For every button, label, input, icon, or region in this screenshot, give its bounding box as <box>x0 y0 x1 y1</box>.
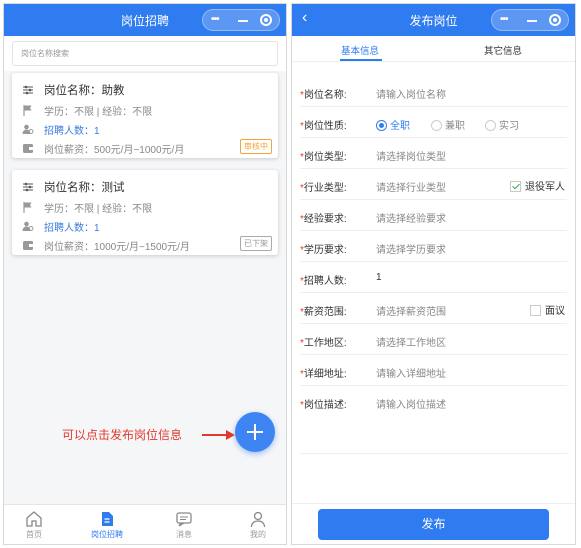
minimize-icon[interactable] <box>238 20 248 22</box>
tab-label: 我的 <box>250 530 266 539</box>
work-area-select[interactable]: 请选择工作地区 <box>376 334 446 349</box>
close-icon[interactable] <box>549 14 561 26</box>
experience-label: *经验要求: <box>300 214 347 225</box>
search-input[interactable]: 岗位名称搜索 <box>12 41 278 66</box>
headcount-label: *招聘人数: <box>300 276 347 287</box>
job-requirements: 学历：不限 | 经验：不限 <box>44 204 153 215</box>
search-bar: 岗位名称搜索 <box>4 36 286 71</box>
salary-row: *薪资范围: 请选择薪资范围 面议 <box>300 293 567 324</box>
education-row: *学历要求: 请选择学历要求 <box>300 231 567 262</box>
tab-label: 消息 <box>176 530 192 539</box>
job-card[interactable]: 岗位名称：助教 学历：不限 | 经验：不限 招聘人数：1 岗位薪资：500元/月… <box>12 73 278 158</box>
veteran-checkbox[interactable]: 退役军人 <box>510 178 565 193</box>
sliders-icon <box>23 182 33 192</box>
tab-jobs[interactable]: 岗位招聘 <box>77 505 137 540</box>
job-nature-row: *岗位性质: 全职 兼职 实习 <box>300 107 567 138</box>
work-area-row: *工作地区: 请选择工作地区 <box>300 324 567 355</box>
salary-label: *薪资范围: <box>300 307 347 318</box>
tab-profile[interactable]: 我的 <box>228 505 286 540</box>
experience-row: *经验要求: 请选择经验要求 <box>300 200 567 231</box>
tab-home[interactable]: 首页 <box>4 505 64 540</box>
work-area-label: *工作地区: <box>300 338 347 349</box>
education-select[interactable]: 请选择学历要求 <box>376 241 446 256</box>
salary-select[interactable]: 请选择薪资范围 <box>376 303 446 318</box>
publish-job-screen: ‹ 发布岗位 ••• 基本信息 其它信息 *岗位名称: 请输入岗位名称 *岗位性… <box>291 3 576 545</box>
tab-basic-info[interactable]: 基本信息 <box>341 43 379 57</box>
close-icon[interactable] <box>260 14 272 26</box>
job-type-select[interactable]: 请选择岗位类型 <box>376 148 446 163</box>
radio-full-time[interactable]: 全职 <box>376 117 410 132</box>
radio-part-time[interactable]: 兼职 <box>431 117 465 132</box>
nav-bar: ‹ 发布岗位 ••• <box>292 4 575 36</box>
flag-icon <box>23 105 32 116</box>
document-icon <box>102 512 113 526</box>
headcount-row: *招聘人数: 1 <box>300 262 567 293</box>
industry-row: *行业类型: 请选择行业类型 退役军人 <box>300 169 567 200</box>
job-name-input[interactable]: 请输入岗位名称 <box>376 86 446 101</box>
tab-bar: 首页 岗位招聘 消息 我的 <box>4 504 286 544</box>
job-salary: 岗位薪资：500元/月~1000元/月 <box>44 145 185 156</box>
tab-other-info[interactable]: 其它信息 <box>484 43 522 57</box>
publish-button[interactable]: 发布 <box>318 509 549 540</box>
tab-label: 首页 <box>26 530 42 539</box>
add-job-button[interactable] <box>235 412 275 452</box>
industry-label: *行业类型: <box>300 183 347 194</box>
job-name: 岗位名称：测试 <box>44 182 125 194</box>
address-label: *详细地址: <box>300 369 347 380</box>
description-row: *岗位描述: 请输入岗位描述 <box>300 386 567 454</box>
users-icon <box>22 221 34 231</box>
form-tabs: 基本信息 其它信息 <box>292 36 575 62</box>
bottom-bar: 发布 <box>292 503 575 544</box>
more-icon[interactable]: ••• <box>211 14 219 25</box>
sliders-icon <box>23 85 33 95</box>
status-badge: 已下架 <box>240 236 272 251</box>
job-name: 岗位名称：助教 <box>44 85 125 97</box>
job-name-label: *岗位名称: <box>300 90 347 101</box>
hint-annotation: 可以点击发布岗位信息 <box>62 428 183 442</box>
job-name-row: *岗位名称: 请输入岗位名称 <box>300 76 567 107</box>
user-icon <box>250 511 266 528</box>
job-card[interactable]: 岗位名称：测试 学历：不限 | 经验：不限 招聘人数：1 岗位薪资：1000元/… <box>12 170 278 255</box>
job-type-label: *岗位类型: <box>300 152 347 163</box>
home-icon <box>26 511 42 527</box>
job-salary: 岗位薪资：1000元/月~1500元/月 <box>44 242 190 253</box>
headcount-input[interactable]: 1 <box>376 272 382 283</box>
education-label: *学历要求: <box>300 245 347 256</box>
description-label: *岗位描述: <box>300 400 347 411</box>
job-nature-label: *岗位性质: <box>300 121 347 132</box>
active-tab-indicator <box>340 59 382 61</box>
wallet-icon <box>23 144 33 153</box>
radio-internship[interactable]: 实习 <box>485 117 519 132</box>
negotiable-checkbox[interactable]: 面议 <box>530 302 565 317</box>
arrow-icon <box>202 430 235 440</box>
address-row: *详细地址: 请输入详细地址 <box>300 355 567 386</box>
tab-label: 岗位招聘 <box>91 530 123 539</box>
job-headcount: 招聘人数：1 <box>44 223 100 234</box>
industry-select[interactable]: 请选择行业类型 <box>376 179 446 194</box>
job-headcount: 招聘人数：1 <box>44 126 100 137</box>
description-textarea[interactable]: 请输入岗位描述 <box>376 396 446 411</box>
minimize-icon[interactable] <box>527 20 537 22</box>
wallet-icon <box>23 241 33 250</box>
status-badge: 审核中 <box>240 139 272 154</box>
mini-program-capsule: ••• <box>491 9 569 31</box>
address-input[interactable]: 请输入详细地址 <box>376 365 446 380</box>
mini-program-capsule: ••• <box>202 9 280 31</box>
more-icon[interactable]: ••• <box>500 14 508 25</box>
message-icon <box>176 512 192 527</box>
users-icon <box>22 124 34 134</box>
experience-select[interactable]: 请选择经验要求 <box>376 210 446 225</box>
tab-messages[interactable]: 消息 <box>154 505 214 540</box>
job-requirements: 学历：不限 | 经验：不限 <box>44 107 153 118</box>
job-list-screen: 岗位招聘 ••• 岗位名称搜索 岗位名称：助教 学历：不限 | 经验：不限 招聘… <box>3 3 287 545</box>
job-type-row: *岗位类型: 请选择岗位类型 <box>300 138 567 169</box>
nav-bar: 岗位招聘 ••• <box>4 4 286 36</box>
flag-icon <box>23 202 32 213</box>
